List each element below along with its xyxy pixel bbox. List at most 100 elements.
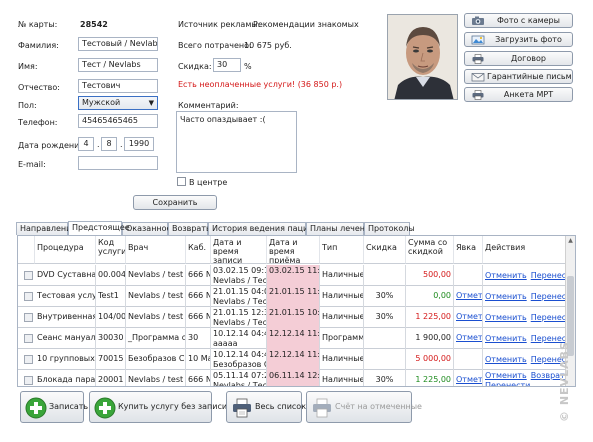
cell-procedure: Блокада паравер [35, 370, 96, 386]
column-header[interactable]: Явка [454, 236, 483, 264]
total-spent-label: Всего потрачено: [178, 41, 252, 50]
middle-name-input[interactable]: Тестович [78, 79, 158, 93]
full-list-button[interactable]: Весь список [226, 391, 306, 423]
tab-returns[interactable]: Возвраты [168, 222, 212, 235]
patient-photo [387, 14, 458, 100]
table-row[interactable]: Тестовая услуга NTest1Nevlabs / test666 … [18, 286, 566, 307]
tab-patient-history[interactable]: История ведения пациента [208, 222, 328, 235]
action-link[interactable]: Перенести [531, 292, 565, 301]
gender-select[interactable]: Мужской ▼ [78, 96, 158, 110]
action-link[interactable]: Отменить [485, 313, 527, 322]
attendance-link[interactable]: Отметка [456, 375, 482, 384]
record-author: Безобразов Се. [213, 360, 266, 369]
column-header[interactable]: Тип оплаты [320, 236, 364, 264]
cell-pay: Наличные [320, 349, 364, 370]
action-link[interactable]: Отменить [485, 355, 527, 364]
cell-code: 00.004 [96, 265, 126, 286]
plus-circle-icon [94, 397, 116, 419]
buy-service-label: Купить услугу без записи [118, 402, 228, 411]
column-header[interactable]: Дата и время записи [211, 236, 267, 264]
save-button[interactable]: Сохранить [133, 195, 217, 210]
camera-photo-button[interactable]: Фото с камеры [464, 13, 573, 28]
first-name-input[interactable]: Тест / Nevlabs [78, 58, 158, 72]
column-header[interactable]: Дата и время приёма [267, 236, 320, 264]
record-button[interactable]: Записать [20, 391, 89, 423]
comment-textarea[interactable]: Часто опаздывает :( [176, 111, 297, 173]
upload-photo-button[interactable]: Загрузить фото [464, 32, 573, 47]
column-header[interactable]: Процедура [35, 236, 96, 264]
scroll-up-icon[interactable]: ▲ [567, 237, 574, 244]
attendance-link[interactable]: Отметка [456, 312, 482, 321]
cell-record-datetime: 21.01.15 12:37Nevlabs / Тесто [211, 307, 267, 328]
cell-doctor: _Программа обс [126, 328, 186, 349]
column-header[interactable]: Код услуги [96, 236, 126, 264]
table-row[interactable]: Блокада паравер20001Nevlabs / test666 N0… [18, 370, 566, 387]
cell-code: Test1 [96, 286, 126, 307]
ad-source-value: Рекомендации знакомых [253, 20, 359, 29]
record-author: Nevlabs / Тесто [213, 381, 267, 387]
column-header[interactable]: Действия [483, 236, 566, 264]
action-link[interactable]: Отменить [485, 334, 527, 343]
table-row[interactable]: Сеанс мануальнс30030_Программа обс3010.1… [18, 328, 566, 349]
last-name-input[interactable]: Тестовый / Nevlabs [78, 37, 158, 51]
phone-input[interactable]: 45465465465 [78, 114, 158, 128]
printer-icon [472, 90, 484, 100]
invoice-button[interactable]: Счёт на отмеченные [306, 391, 422, 423]
guarantee-letters-label: Гарантийные письма [487, 72, 573, 81]
column-header[interactable]: Врач [126, 236, 186, 264]
row-checkbox[interactable] [24, 355, 33, 364]
action-link[interactable]: Перенести [531, 271, 565, 280]
action-link[interactable]: Отменить [485, 371, 527, 380]
column-header[interactable]: Сумма со скидкой [406, 236, 454, 264]
tab-upcoming[interactable]: Предстоящее [68, 221, 130, 235]
table-row[interactable]: 10 групповых зан70015Безобразов Серг10 М… [18, 349, 566, 370]
column-header[interactable]: Каб. [186, 236, 211, 264]
row-checkbox[interactable] [24, 271, 33, 280]
cell-attendance: Отметка [454, 286, 483, 307]
row-checkbox[interactable] [24, 292, 33, 301]
column-header[interactable]: Скидка [364, 236, 406, 264]
cell-visit: 12.12.14 11:00 [267, 328, 320, 349]
unpaid-warning: Есть неоплаченные услуги! (36 850 р.) [178, 80, 343, 89]
cell-visit: 21.01.15 10:00 [267, 307, 320, 328]
cell-attendance [454, 349, 483, 370]
tab-directions[interactable]: Направления [16, 222, 76, 235]
record-date: 21.01.15 12:37 [213, 308, 266, 317]
action-link[interactable]: Перенести [531, 313, 565, 322]
tab-protocols[interactable]: Протоколы [364, 222, 415, 235]
cell-procedure: DVD Суставная г [35, 265, 96, 286]
mri-form-button[interactable]: Анкета МРТ [464, 87, 573, 102]
table-row[interactable]: Внутривенная ин104/003Nevlabs / test666 … [18, 307, 566, 328]
cell-code: 30030 [96, 328, 126, 349]
gender-label: Пол: [18, 101, 37, 110]
in-center-checkbox[interactable] [177, 177, 186, 186]
birth-year-input[interactable]: 1990 [124, 137, 154, 151]
row-checkbox[interactable] [24, 334, 33, 343]
discount-input[interactable]: 30 [213, 58, 241, 72]
record-label: Записать [49, 402, 89, 411]
row-checkbox[interactable] [24, 376, 33, 385]
tab-treatment-plans[interactable]: Планы лечения [306, 222, 375, 235]
cell-pay: Программа [320, 328, 364, 349]
buy-service-button[interactable]: Купить услугу без записи [89, 391, 228, 423]
row-checkbox[interactable] [24, 313, 33, 322]
attendance-link[interactable]: Отметка [456, 291, 482, 300]
attendance-link[interactable]: Отметка [456, 333, 482, 342]
camera-photo-label: Фото с камеры [497, 16, 560, 25]
upload-photo-label: Загрузить фото [495, 35, 562, 44]
gender-select-value: Мужской [82, 98, 121, 107]
camera-icon [472, 16, 484, 25]
birth-day-input[interactable]: 4 [78, 137, 94, 151]
appointments-grid: Процедура Код услуги Врач Каб. Дата и вр… [17, 235, 576, 387]
birth-month-input[interactable]: 8 [101, 137, 117, 151]
cell-attendance: Отметка [454, 370, 483, 386]
action-link[interactable]: Перенести [485, 381, 563, 386]
email-input[interactable] [78, 156, 158, 170]
guarantee-letters-button[interactable]: Гарантийные письма [464, 69, 573, 84]
contract-button[interactable]: Договор [464, 51, 573, 66]
contract-label: Договор [511, 54, 546, 63]
cell-room: 666 N [186, 307, 211, 328]
action-link[interactable]: Отменить [485, 292, 527, 301]
action-link[interactable]: Отменить [485, 271, 527, 280]
table-row[interactable]: DVD Суставная г00.004Nevlabs / test666 N… [18, 265, 566, 286]
